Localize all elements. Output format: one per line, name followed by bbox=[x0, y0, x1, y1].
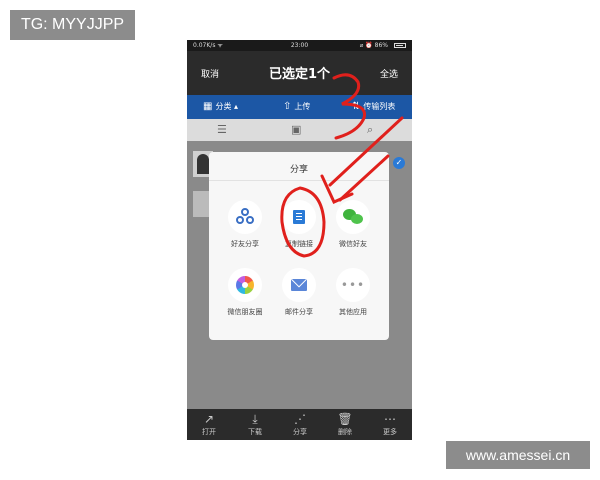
select-all-button[interactable]: 全选 bbox=[380, 67, 398, 80]
option-label: 微信朋友圈 bbox=[227, 308, 263, 316]
more-button[interactable]: ⋯ 更多 bbox=[375, 412, 405, 437]
view-toolbar: ☰ ▣ ⌕ bbox=[187, 119, 412, 141]
share-option-copy-link[interactable]: 复制链接 bbox=[269, 200, 329, 249]
open-button[interactable]: ↗ 打开 bbox=[194, 412, 224, 437]
action-bar: ↗ 打开 ⤓ 下载 ⋰ 分享 🗑 删除 ⋯ 更多 bbox=[187, 409, 412, 440]
folder-icon[interactable]: ▣ bbox=[291, 123, 301, 136]
delete-button[interactable]: 🗑 删除 bbox=[330, 412, 360, 437]
watermark-bottom: www.amessei.cn bbox=[446, 441, 590, 469]
tab-transfer-list[interactable]: ⇅ 传输列表 bbox=[352, 95, 395, 119]
selected-check-icon[interactable]: ✓ bbox=[393, 157, 405, 169]
download-button[interactable]: ⤓ 下载 bbox=[240, 412, 270, 437]
share-option-moments[interactable]: 微信朋友圈 bbox=[215, 268, 275, 317]
share-option-friends[interactable]: 好友分享 bbox=[215, 200, 275, 249]
more-dots-icon: ••• bbox=[336, 268, 370, 302]
share-option-other-apps[interactable]: ••• 其他应用 bbox=[323, 268, 383, 317]
divider bbox=[209, 180, 389, 181]
copy-link-icon bbox=[282, 200, 316, 234]
transfer-icon: ⇅ bbox=[352, 101, 361, 112]
upload-icon: ⇧ bbox=[283, 101, 292, 112]
action-label: 打开 bbox=[202, 428, 216, 436]
page-title: 已选定1个 bbox=[268, 67, 331, 82]
tab-label: 分类 ▴ bbox=[215, 102, 239, 111]
tab-label: 传输列表 bbox=[363, 102, 396, 111]
action-label: 更多 bbox=[383, 428, 397, 436]
trash-icon: 🗑 bbox=[337, 412, 353, 426]
wechat-icon bbox=[336, 200, 370, 234]
more-icon: ⋯ bbox=[384, 412, 396, 426]
share-dialog: 分享 好友分享 复制链接 微信好友 微信朋友圈 邮件分享 ••• 其他应用 bbox=[209, 152, 389, 340]
option-label: 复制链接 bbox=[285, 240, 313, 248]
action-label: 下载 bbox=[248, 428, 262, 436]
list-view-icon[interactable]: ☰ bbox=[217, 123, 227, 136]
grid-icon: ▦ bbox=[203, 101, 213, 112]
search-icon[interactable]: ⌕ bbox=[367, 123, 373, 137]
share-icon: ⋰ bbox=[294, 412, 306, 426]
friend-share-icon bbox=[228, 200, 262, 234]
battery-icon bbox=[394, 43, 406, 48]
download-icon: ⤓ bbox=[252, 412, 258, 426]
option-label: 邮件分享 bbox=[285, 308, 313, 316]
option-label: 微信好友 bbox=[339, 240, 367, 248]
share-option-mail[interactable]: 邮件分享 bbox=[269, 268, 329, 317]
status-icons: ⌀ ⏰ 86% bbox=[359, 42, 388, 49]
mail-icon bbox=[282, 268, 316, 302]
share-button[interactable]: ⋰ 分享 bbox=[285, 412, 315, 437]
tab-label: 上传 bbox=[294, 102, 311, 111]
open-icon: ↗ bbox=[203, 412, 215, 426]
option-label: 其他应用 bbox=[339, 308, 367, 316]
status-bar: 0.07K/s ᯤ 23:00 ⌀ ⏰ 86% bbox=[187, 40, 412, 51]
option-label: 好友分享 bbox=[231, 240, 259, 248]
moments-icon bbox=[228, 268, 262, 302]
selection-header: 取消 已选定1个 全选 bbox=[187, 51, 412, 95]
tab-bar: ▦ 分类 ▴ ⇧ 上传 ⇅ 传输列表 bbox=[187, 95, 412, 119]
tab-category[interactable]: ▦ 分类 ▴ bbox=[203, 95, 238, 119]
tab-upload[interactable]: ⇧ 上传 bbox=[283, 95, 310, 119]
dialog-title: 分享 bbox=[289, 165, 308, 175]
share-option-wechat[interactable]: 微信好友 bbox=[323, 200, 383, 249]
watermark-top: TG: MYYJJPP bbox=[10, 10, 135, 40]
action-label: 分享 bbox=[293, 428, 307, 436]
action-label: 删除 bbox=[338, 428, 352, 436]
